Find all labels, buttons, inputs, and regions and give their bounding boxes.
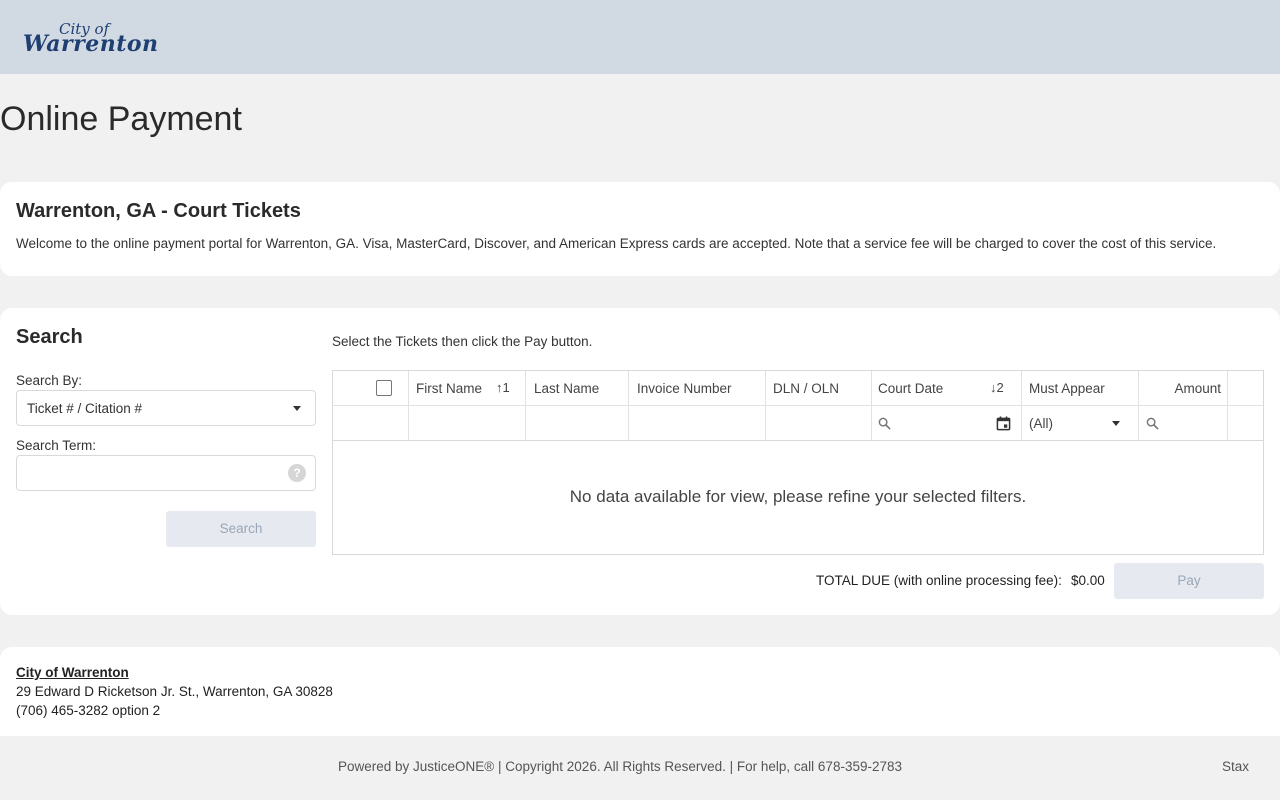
grid-filter-row: (All) [333, 406, 1263, 441]
filter-court-date[interactable] [872, 406, 1022, 441]
search-term-input[interactable] [16, 455, 316, 491]
calendar-icon[interactable] [996, 416, 1011, 431]
select-all-checkbox[interactable] [376, 380, 392, 396]
chevron-down-icon [1112, 421, 1120, 426]
total-due-label: TOTAL DUE (with online processing fee): [816, 573, 1062, 588]
site-header: City of Warrenton [0, 0, 1280, 74]
header-first-name[interactable]: First Name ↑1 [409, 371, 526, 406]
total-due-value: $0.00 [1071, 573, 1105, 588]
sort-asc-icon: ↑1 [496, 380, 510, 395]
street-address: 29 Edward D Ricketson Jr. St., Warrenton… [16, 684, 333, 699]
address-card: City of Warrenton 29 Edward D Ricketson … [0, 647, 1280, 736]
select-all-column [333, 371, 409, 406]
header-label: Invoice Number [637, 381, 732, 396]
filter-dln-oln [766, 406, 872, 441]
help-icon[interactable]: ? [288, 464, 306, 482]
filter-amount[interactable] [1139, 406, 1228, 441]
search-by-value: Ticket # / Citation # [27, 401, 143, 416]
filter-cell-empty [333, 406, 409, 441]
header-court-date[interactable]: Court Date ↓2 [872, 371, 1022, 406]
header-invoice-number[interactable]: Invoice Number [629, 371, 766, 406]
filter-must-appear-select[interactable]: (All) [1022, 406, 1139, 441]
filter-invoice-number [629, 406, 766, 441]
pay-button[interactable]: Pay [1114, 563, 1264, 599]
city-logo[interactable]: City of Warrenton [23, 20, 163, 60]
header-label: Court Date [878, 381, 944, 396]
header-label: Must Appear [1029, 381, 1105, 396]
city-name-link[interactable]: City of Warrenton [16, 665, 129, 680]
header-last-name[interactable]: Last Name [526, 371, 629, 406]
header-label: DLN / OLN [773, 381, 840, 396]
intro-card: Warrenton, GA - Court Tickets Welcome to… [0, 182, 1280, 276]
search-title: Search [16, 326, 83, 348]
page-title: Online Payment [0, 100, 242, 138]
search-icon [878, 417, 891, 430]
powered-by-footer: Powered by JusticeONE® | Copyright 2026.… [0, 759, 1240, 774]
search-card: Search Search By: Ticket # / Citation # … [0, 308, 1280, 615]
sort-desc-icon: ↓2 [990, 380, 1004, 395]
phone-number: (706) 465-3282 option 2 [16, 703, 161, 718]
chevron-down-icon [293, 406, 301, 411]
must-appear-filter-value: (All) [1029, 416, 1053, 431]
empty-grid-message: No data available for view, please refin… [569, 487, 1027, 506]
header-label: First Name [416, 381, 483, 396]
intro-text: Welcome to the online payment portal for… [16, 236, 1217, 251]
search-by-select[interactable]: Ticket # / Citation # [16, 390, 316, 426]
grid-instructions: Select the Tickets then click the Pay bu… [332, 334, 593, 349]
search-button[interactable]: Search [166, 511, 316, 547]
header-label: Last Name [534, 381, 600, 396]
search-by-label: Search By: [16, 373, 83, 388]
header-dln-oln[interactable]: DLN / OLN [766, 371, 872, 406]
filter-first-name [409, 406, 526, 441]
header-amount[interactable]: Amount [1139, 371, 1228, 406]
intro-title: Warrenton, GA - Court Tickets [16, 200, 301, 222]
search-icon [1146, 417, 1159, 430]
stax-link[interactable]: Stax [1222, 759, 1249, 774]
tickets-grid: First Name ↑1 Last Name Invoice Number D… [332, 370, 1264, 555]
search-term-label: Search Term: [16, 438, 97, 453]
filter-last-name [526, 406, 629, 441]
grid-header-row: First Name ↑1 Last Name Invoice Number D… [333, 371, 1263, 406]
powered-by-text: Powered by JusticeONE® | Copyright 2026.… [338, 759, 902, 774]
logo-main-text: Warrenton [23, 31, 159, 57]
header-label: Amount [1174, 381, 1221, 396]
header-must-appear[interactable]: Must Appear [1022, 371, 1139, 406]
